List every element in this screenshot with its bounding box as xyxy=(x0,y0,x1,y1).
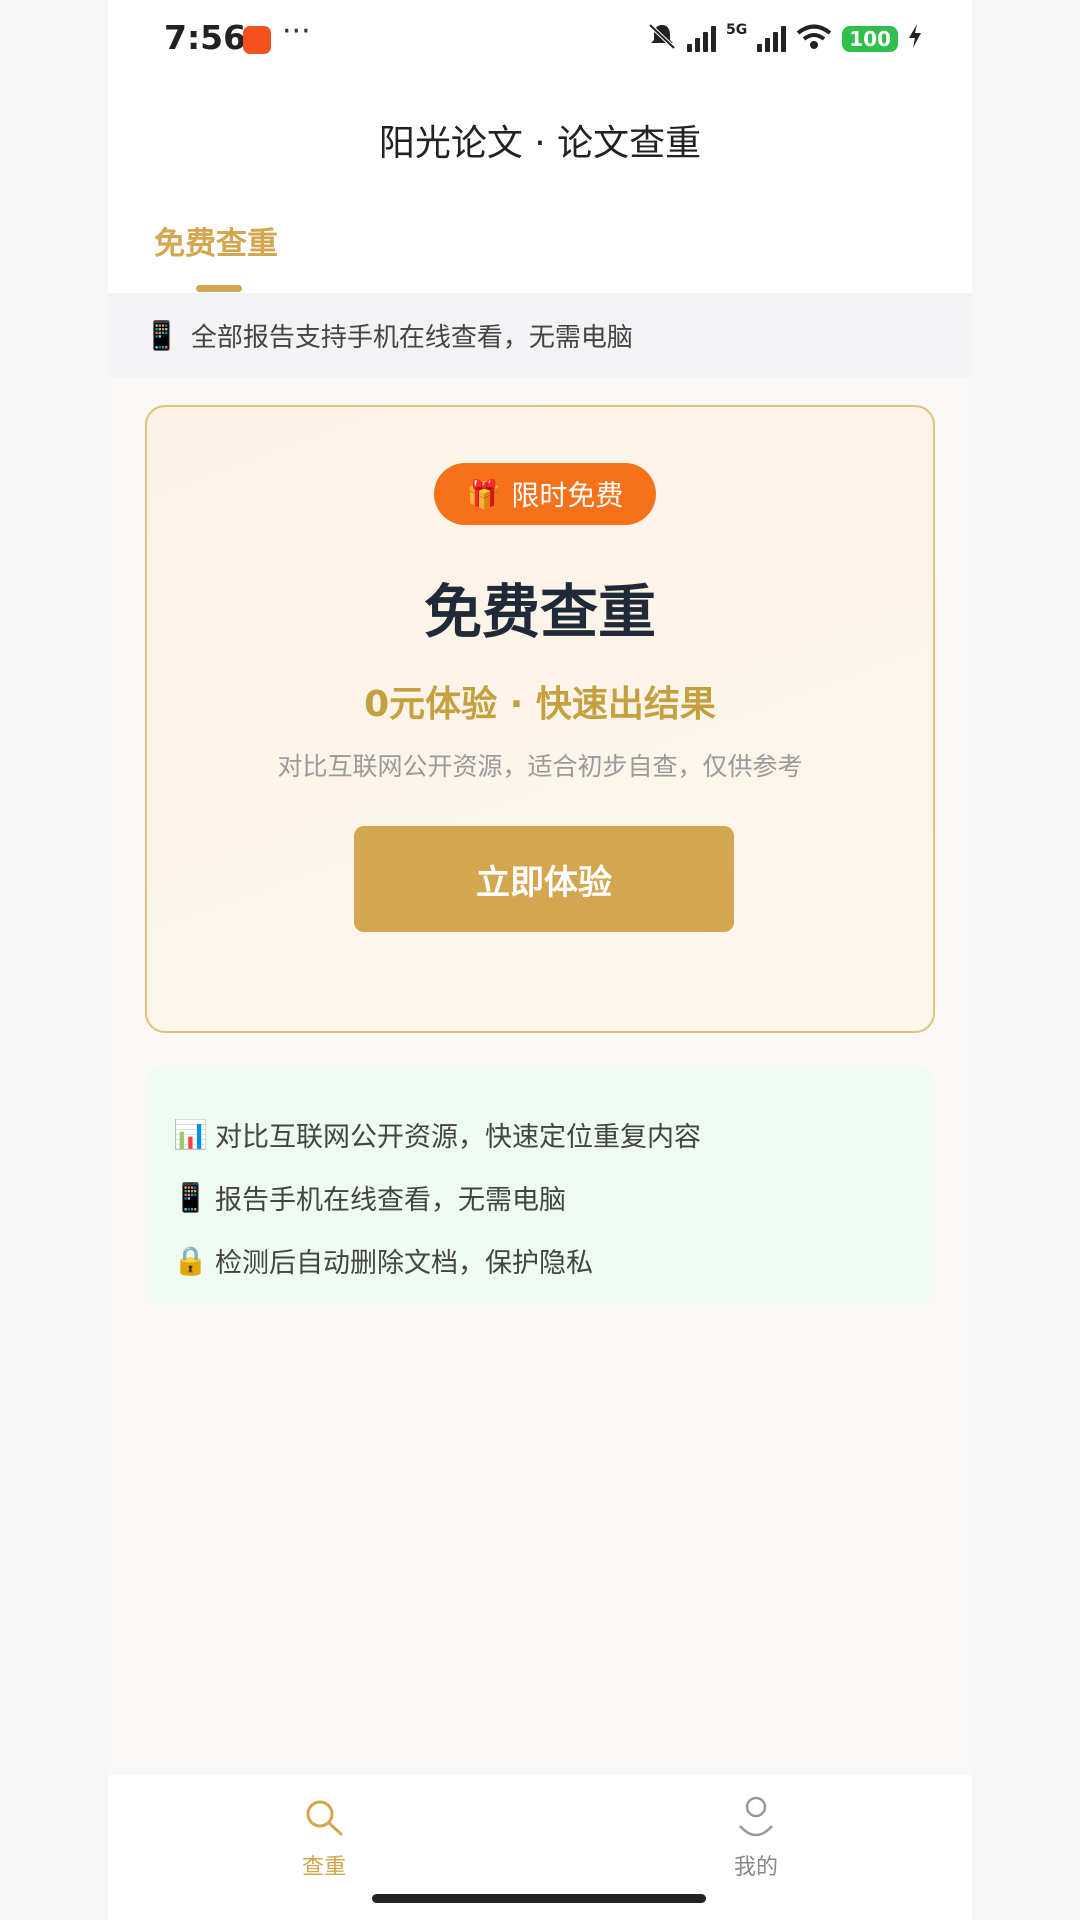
list-item: 📱 报告手机在线查看，无需电脑 xyxy=(173,1166,935,1229)
app-screen: 7:56 ··· 5G 100 阳光论文 · 论文查重 免费查重 📱 全部报告支… xyxy=(108,0,972,1920)
more-notifications-icon: ··· xyxy=(282,14,311,49)
page-header: 阳光论文 · 论文查重 xyxy=(108,80,972,190)
phone-icon: 📱 xyxy=(173,1181,208,1214)
search-icon xyxy=(264,1793,384,1843)
user-icon xyxy=(696,1793,816,1843)
app-notification-icon xyxy=(243,26,271,54)
free-check-card: 🎁 限时免费 免费查重 0元体验 · 快速出结果 对比互联网公开资源，适合初步自… xyxy=(145,405,935,1033)
nav-item-mine[interactable]: 我的 xyxy=(696,1793,816,1881)
badge-label: 限时免费 xyxy=(511,479,624,512)
card-subtitle: 0元体验 · 快速出结果 xyxy=(364,684,716,725)
home-indicator[interactable] xyxy=(372,1894,706,1903)
nav-item-check[interactable]: 查重 xyxy=(264,1793,384,1881)
limited-free-badge: 🎁 限时免费 xyxy=(434,463,656,525)
mute-icon xyxy=(647,22,677,56)
status-icons: 5G 100 xyxy=(647,22,922,56)
tab-bar: 免费查重 xyxy=(108,190,972,293)
feature-text: 检测后自动删除文档，保护隐私 xyxy=(215,1248,593,1279)
list-item: 🔒 检测后自动删除文档，保护隐私 xyxy=(173,1229,935,1292)
card-description: 对比互联网公开资源，适合初步自查，仅供参考 xyxy=(277,752,803,781)
wifi-icon xyxy=(796,24,832,54)
phone-icon: 📱 xyxy=(144,318,179,352)
card-title: 免费查重 xyxy=(423,578,656,646)
tab-active-indicator xyxy=(196,285,242,292)
battery-indicator: 100 xyxy=(842,26,898,52)
gift-icon: 🎁 xyxy=(466,477,502,511)
list-item: 📊 对比互联网公开资源，快速定位重复内容 xyxy=(173,1103,935,1166)
chart-icon: 📊 xyxy=(173,1118,208,1151)
signal-icon xyxy=(687,26,717,52)
status-bar: 7:56 ··· 5G 100 xyxy=(108,0,972,80)
charging-icon xyxy=(908,24,922,54)
page-title: 阳光论文 · 论文查重 xyxy=(378,123,702,164)
feature-list: 📊 对比互联网公开资源，快速定位重复内容 📱 报告手机在线查看，无需电脑 🔒 检… xyxy=(145,1065,935,1305)
nav-label: 我的 xyxy=(733,1855,778,1880)
signal-5g-icon xyxy=(757,26,787,52)
feature-text: 对比互联网公开资源，快速定位重复内容 xyxy=(215,1122,701,1153)
notice-bar: 📱 全部报告支持手机在线查看，无需电脑 xyxy=(108,293,972,377)
tab-free-check[interactable]: 免费查重 xyxy=(154,218,278,263)
status-time: 7:56 xyxy=(164,18,247,57)
lock-icon: 🔒 xyxy=(173,1244,208,1277)
network-type-label: 5G xyxy=(726,22,748,38)
feature-text: 报告手机在线查看，无需电脑 xyxy=(215,1185,566,1216)
nav-label: 查重 xyxy=(301,1855,346,1880)
notice-text: 全部报告支持手机在线查看，无需电脑 xyxy=(190,322,633,353)
try-now-button[interactable]: 立即体验 xyxy=(354,826,734,932)
